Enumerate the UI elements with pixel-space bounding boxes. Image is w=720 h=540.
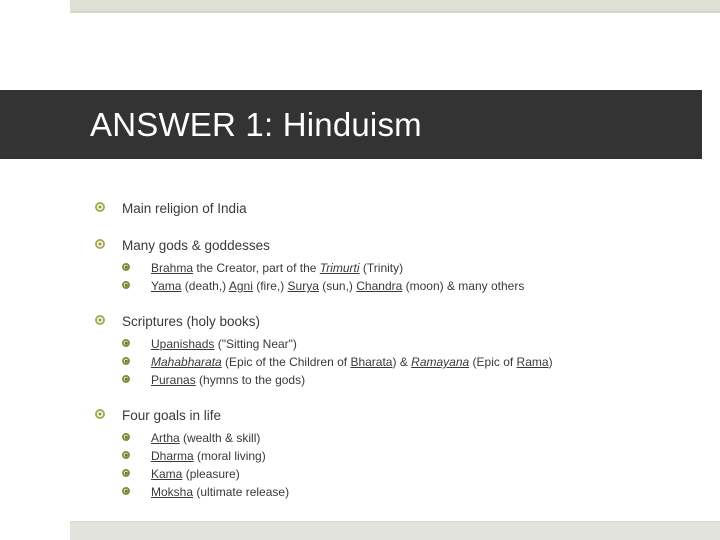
emphasized-term: Brahma (151, 261, 194, 275)
ring-glyph (122, 433, 130, 441)
bullet-text-level1: Many gods & goddesses (122, 238, 270, 253)
emphasized-term: Dharma (151, 449, 194, 463)
bullet-item-level1: Many gods & goddesses (95, 235, 695, 256)
plain-text: (moral living) (193, 449, 266, 463)
bullet-text-level2: Puranas (hymns to the gods) (151, 371, 695, 389)
bullet-text-level1: Four goals in life (122, 408, 222, 423)
ring-glyph (122, 487, 130, 495)
bullet-item-level2: Yama (death,) Agni (fire,) Surya (sun,) … (95, 277, 695, 295)
emphasized-term: Surya (287, 279, 319, 293)
ring-glyph (122, 375, 130, 383)
emphasized-term: Chandra (356, 279, 403, 293)
ring-bullet-icon (95, 311, 122, 325)
title-banner: ANSWER 1: Hinduism (0, 90, 702, 159)
ring-bullet-icon (122, 353, 151, 365)
ring-glyph (95, 239, 105, 249)
plain-text: ) & (392, 355, 412, 369)
bullet-group: Main religion of India (95, 198, 695, 219)
ring-glyph (122, 263, 130, 271)
bullet-text-level2: Brahma the Creator, part of the Trimurti… (151, 259, 695, 277)
emphasized-term: Kama (151, 467, 183, 481)
plain-text: (fire,) (252, 279, 288, 293)
emphasized-term: Moksha (151, 485, 194, 499)
bullet-item-level2: Moksha (ultimate release) (95, 483, 695, 501)
bullet-text-level2: Upanishads ("Sitting Near") (151, 335, 695, 353)
ring-bullet-icon (95, 198, 122, 212)
bullet-content-area: Main religion of India Many gods & goddes… (95, 198, 695, 501)
ring-bullet-icon (122, 335, 151, 347)
ring-glyph (122, 469, 130, 477)
plain-text: (hymns to the gods) (195, 373, 306, 387)
ring-bullet-icon (122, 259, 151, 271)
ring-bullet-icon (122, 465, 151, 477)
bullet-item-level2: Upanishads ("Sitting Near") (95, 335, 695, 353)
emphasized-term: Artha (151, 431, 180, 445)
sub-bullet-list: Upanishads ("Sitting Near") Mahabharata (… (95, 335, 695, 389)
plain-text: the Creator, part of the (193, 261, 320, 275)
emphasized-term: Bharata (350, 355, 393, 369)
ring-bullet-icon (122, 429, 151, 441)
plain-text: (moon) & many others (402, 279, 525, 293)
bullet-text-level2: Mahabharata (Epic of the Children of Bha… (151, 353, 695, 371)
top-decorative-band (70, 0, 720, 13)
emphasized-term: Yama (151, 279, 182, 293)
plain-text: (ultimate release) (193, 485, 290, 499)
bottom-decorative-band (70, 521, 720, 540)
bullet-group: Four goals in life Artha (wealth & skill)… (95, 405, 695, 501)
bullet-text-level2: Kama (pleasure) (151, 465, 695, 483)
bullet-item-level1: Four goals in life (95, 405, 695, 426)
ring-bullet-icon (122, 371, 151, 383)
bullet-text-level2: Artha (wealth & skill) (151, 429, 695, 447)
bullet-text-level2: Dharma (moral living) (151, 447, 695, 465)
bullet-item-level2: Kama (pleasure) (95, 465, 695, 483)
bullet-text-level1: Main religion of India (122, 201, 247, 216)
plain-text: (Epic of (469, 355, 517, 369)
bullet-item-level2: Dharma (moral living) (95, 447, 695, 465)
ring-glyph (122, 281, 130, 289)
ring-bullet-icon (122, 483, 151, 495)
plain-text: (wealth & skill) (179, 431, 261, 445)
emphasized-term: Rama (516, 355, 549, 369)
emphasized-term: Puranas (151, 373, 196, 387)
ring-glyph (95, 409, 105, 419)
emphasized-term: Trimurti (319, 261, 360, 275)
bullet-item-level1: Main religion of India (95, 198, 695, 219)
bullet-item-level2: Puranas (hymns to the gods) (95, 371, 695, 389)
emphasized-term: Agni (228, 279, 253, 293)
ring-glyph (122, 339, 130, 347)
ring-bullet-icon (95, 235, 122, 249)
bullet-group: Many gods & goddesses Brahma the Creator,… (95, 235, 695, 295)
ring-glyph (122, 451, 130, 459)
plain-text: ("Sitting Near") (214, 337, 297, 351)
plain-text: (death,) (181, 279, 229, 293)
plain-text: (sun,) (318, 279, 357, 293)
bullet-item-level2: Brahma the Creator, part of the Trimurti… (95, 259, 695, 277)
plain-text: (Epic of the Children of (221, 355, 351, 369)
bullet-text-level1: Scriptures (holy books) (122, 314, 261, 329)
bullet-item-level2: Artha (wealth & skill) (95, 429, 695, 447)
bullet-text-level2: Yama (death,) Agni (fire,) Surya (sun,) … (151, 277, 695, 295)
bullet-item-level2: Mahabharata (Epic of the Children of Bha… (95, 353, 695, 371)
page-title: ANSWER 1: Hinduism (90, 105, 422, 143)
plain-text: ) (548, 355, 553, 369)
ring-bullet-icon (122, 447, 151, 459)
plain-text: (pleasure) (182, 467, 240, 481)
emphasized-term: Mahabharata (151, 355, 222, 369)
bullet-item-level1: Scriptures (holy books) (95, 311, 695, 332)
ring-bullet-icon (95, 405, 122, 419)
emphasized-term: Ramayana (411, 355, 470, 369)
ring-bullet-icon (122, 277, 151, 289)
ring-glyph (95, 202, 105, 212)
sub-bullet-list: Artha (wealth & skill) Dharma (moral livi… (95, 429, 695, 501)
ring-glyph (122, 357, 130, 365)
sub-bullet-list: Brahma the Creator, part of the Trimurti… (95, 259, 695, 295)
bullet-text-level2: Moksha (ultimate release) (151, 483, 695, 501)
slide-canvas: ANSWER 1: Hinduism Main religion of Indi… (0, 0, 720, 540)
ring-glyph (95, 315, 105, 325)
bullet-group: Scriptures (holy books) Upanishads ("Sitt… (95, 311, 695, 389)
emphasized-term: Upanishads (151, 337, 215, 351)
plain-text: (Trinity) (359, 261, 404, 275)
